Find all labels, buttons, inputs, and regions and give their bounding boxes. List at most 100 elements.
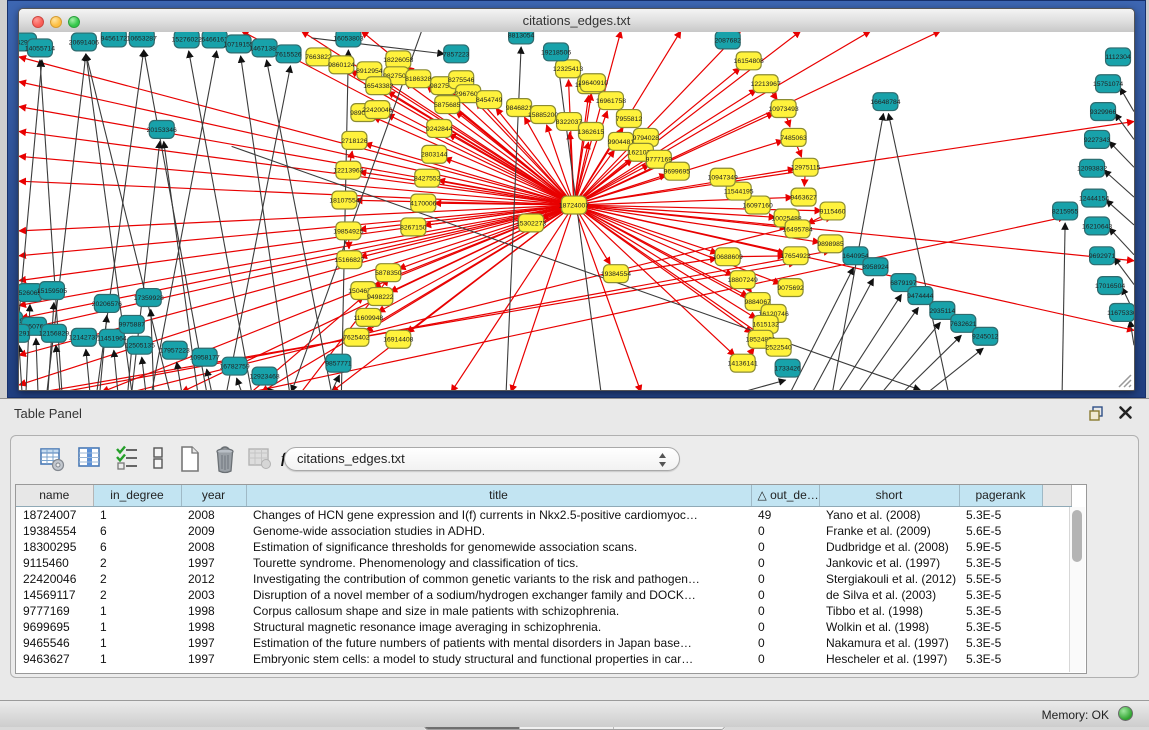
graph-node[interactable]: 9857771 — [325, 354, 352, 372]
graph-node[interactable]: 20153346 — [147, 121, 177, 139]
table-cell[interactable] — [1042, 619, 1071, 635]
graph-edge[interactable] — [903, 335, 961, 390]
show-columns-icon[interactable] — [77, 445, 103, 473]
table-cell[interactable] — [1042, 571, 1071, 587]
graph-edge[interactable] — [1062, 223, 1065, 390]
table-cell[interactable]: 18300295 — [16, 539, 93, 555]
graph-node[interactable]: 16961758 — [596, 92, 626, 110]
table-cell[interactable]: 5.9E-5 — [959, 539, 1042, 555]
graph-node[interactable]: 8427552 — [414, 169, 441, 187]
table-cell[interactable] — [1042, 651, 1071, 667]
graph-node[interactable]: 10958177 — [190, 348, 220, 366]
graph-node[interactable]: 16543382 — [363, 77, 393, 95]
graph-node[interactable]: 7632621 — [950, 314, 977, 332]
table-cell[interactable]: Stergiakouli et al. (2012) — [819, 571, 959, 587]
graph-node[interactable]: 15276022 — [172, 32, 202, 48]
table-cell[interactable]: Wolkin et al. (1998) — [819, 619, 959, 635]
table-cell[interactable]: 0 — [751, 603, 819, 619]
table-cell[interactable]: 22420046 — [16, 571, 93, 587]
table-cell[interactable]: Yano et al. (2008) — [819, 506, 959, 523]
table-cell[interactable]: Hescheler et al. (1997) — [819, 651, 959, 667]
graph-node[interactable]: 1733426 — [774, 359, 801, 377]
table-cell[interactable]: Structural magnetic resonance image aver… — [246, 619, 751, 635]
table-cell[interactable]: 1998 — [181, 603, 246, 619]
graph-node[interactable]: 8267150 — [400, 218, 427, 236]
table-cell[interactable]: 5.3E-5 — [959, 506, 1042, 523]
table-cell[interactable] — [1042, 603, 1071, 619]
graph-node[interactable]: 2522540 — [765, 338, 792, 356]
table-cell[interactable]: 49 — [751, 506, 819, 523]
table-cell[interactable]: 2 — [93, 587, 181, 603]
column-header-title[interactable]: title — [246, 485, 751, 506]
graph-node[interactable]: 12156829 — [39, 324, 69, 342]
graph-node[interactable]: 7615526 — [275, 45, 302, 63]
graph-node[interactable]: 9498222 — [367, 288, 394, 306]
graph-edge[interactable] — [144, 50, 207, 390]
table-cell[interactable] — [1042, 635, 1071, 651]
table-settings-icon[interactable] — [39, 445, 67, 473]
graph-node[interactable]: 1112304 — [1105, 48, 1131, 66]
graph-node[interactable]: 2087682 — [715, 32, 742, 49]
graph-node[interactable]: 8958924 — [862, 258, 889, 276]
graph-node[interactable]: 7485063 — [780, 128, 807, 146]
table-cell[interactable]: Changes of HCN gene expression and I(f) … — [246, 506, 751, 523]
table-cell[interactable]: 1 — [93, 619, 181, 635]
graph-edge[interactable] — [331, 375, 339, 390]
graph-edge[interactable] — [1104, 170, 1134, 197]
window-titlebar[interactable]: citations_edges.txt — [19, 9, 1134, 33]
table-cell[interactable] — [1042, 539, 1071, 555]
graph-node[interactable]: 9975887 — [119, 315, 146, 333]
column-header-short[interactable]: short — [819, 485, 959, 506]
column-header-name[interactable]: name — [16, 485, 93, 506]
graph-node[interactable]: 20206576 — [92, 295, 122, 313]
table-cell[interactable] — [1042, 506, 1071, 523]
table-cell[interactable]: Franke et al. (2009) — [819, 523, 959, 539]
graph-edge[interactable] — [743, 380, 786, 390]
table-cell[interactable]: 0 — [751, 635, 819, 651]
table-cell[interactable]: 5.6E-5 — [959, 523, 1042, 539]
graph-node[interactable]: 9474444 — [907, 287, 934, 305]
graph-node[interactable]: 9898985 — [817, 235, 844, 253]
table-cell[interactable]: 2009 — [181, 523, 246, 539]
graph-node[interactable]: 5875685 — [434, 96, 461, 114]
table-cell[interactable]: 1 — [93, 635, 181, 651]
table-cell[interactable]: 6 — [93, 539, 181, 555]
graph-edge[interactable] — [1130, 320, 1134, 345]
network-canvas[interactable]: 1872400776638229860124891295418226058982… — [19, 32, 1134, 390]
graph-node[interactable]: 9075692 — [777, 279, 804, 297]
graph-node[interactable]: 12444154 — [1079, 189, 1109, 207]
graph-node[interactable]: 16648784 — [870, 93, 900, 111]
table-cell[interactable]: 9115460 — [16, 555, 93, 571]
graph-node[interactable]: 9245012 — [972, 327, 999, 345]
graph-node[interactable]: 19640910 — [578, 74, 608, 92]
graph-node[interactable]: 20691406 — [69, 33, 99, 51]
graph-node[interactable]: 17016504 — [1095, 277, 1125, 295]
graph-node[interactable]: 8454749 — [476, 91, 503, 109]
table-cell[interactable]: 9699695 — [16, 619, 93, 635]
graph-node[interactable]: 9699695 — [664, 162, 691, 180]
table-cell[interactable]: 1998 — [181, 619, 246, 635]
table-cell[interactable]: 1 — [93, 506, 181, 523]
graph-edge[interactable] — [1115, 114, 1134, 140]
graph-node[interactable]: 11609948 — [354, 308, 384, 326]
table-cell[interactable]: 2 — [93, 555, 181, 571]
graph-edge[interactable] — [574, 205, 735, 356]
graph-node[interactable]: 10653287 — [127, 32, 157, 47]
graph-edge[interactable] — [574, 205, 641, 390]
graph-node[interactable]: 15302273 — [516, 214, 546, 232]
column-header-year[interactable]: year — [181, 485, 246, 506]
table-cell[interactable]: Estimation of significance thresholds fo… — [246, 539, 751, 555]
graph-node[interactable]: 8813054 — [508, 32, 535, 44]
table-cell[interactable]: 9777169 — [16, 603, 93, 619]
table-row[interactable]: 946554611997Estimation of the future num… — [16, 635, 1071, 651]
graph-edge[interactable] — [574, 205, 733, 275]
graph-node[interactable]: 12975115 — [791, 158, 821, 176]
graph-edge[interactable] — [1109, 141, 1134, 167]
table-cell[interactable]: 1 — [93, 651, 181, 667]
column-header-filler[interactable] — [1042, 485, 1071, 506]
table-cell[interactable]: 1997 — [181, 555, 246, 571]
graph-node[interactable]: 18107554 — [329, 191, 359, 209]
table-cell[interactable]: 19384554 — [16, 523, 93, 539]
graph-node[interactable]: 9115460 — [820, 202, 846, 220]
table-row[interactable]: 2242004622012Investigating the contribut… — [16, 571, 1071, 587]
